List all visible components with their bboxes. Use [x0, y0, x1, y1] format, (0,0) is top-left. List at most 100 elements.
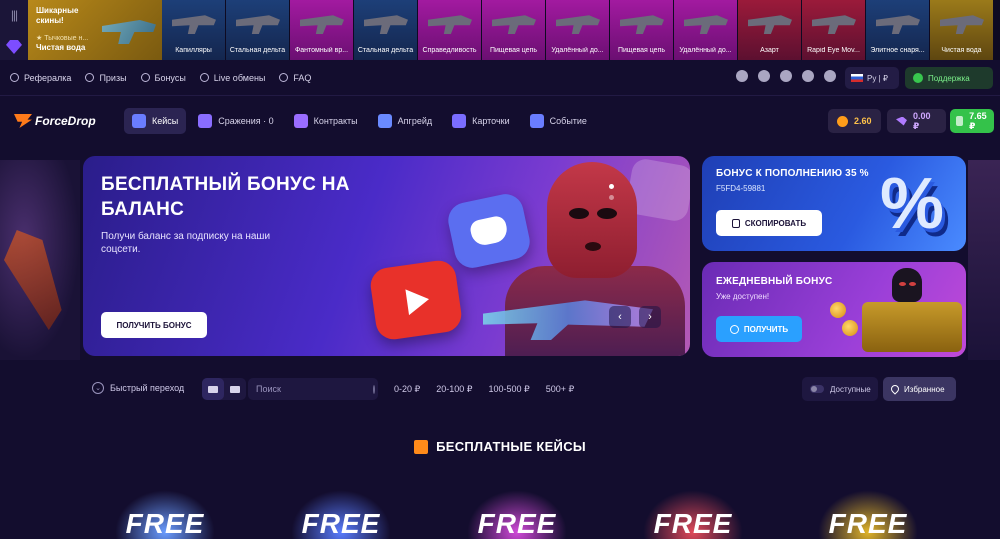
drop-item[interactable]: Элитное снаря...	[866, 0, 930, 60]
vk-icon[interactable]	[758, 70, 770, 82]
price-range-filter[interactable]: 500+ ₽	[546, 384, 575, 395]
coin-icon	[837, 115, 848, 127]
prizes-icon	[85, 73, 95, 82]
gift-icon	[414, 439, 429, 454]
coins-balance[interactable]: 2.60	[828, 109, 881, 133]
percent-art: %	[880, 164, 945, 244]
drop-item[interactable]: Удалённый до...	[546, 0, 610, 60]
top-link[interactable]: Live обмены	[199, 73, 265, 83]
youtube-icon[interactable]	[802, 70, 814, 82]
available-label: Доступные	[830, 384, 871, 394]
drop-item[interactable]: Чистая вода	[930, 0, 994, 60]
nav-item[interactable]: Сражения · 0	[190, 108, 281, 134]
carousel-prev-button[interactable]: ‹	[609, 306, 631, 328]
carousel-dot[interactable]	[609, 195, 614, 200]
price-filters: 0-20 ₽ 20-100 ₽ 100-500 ₽ 500+ ₽	[394, 384, 574, 395]
top-link[interactable]: FAQ	[279, 73, 311, 83]
weapon-skin-image	[620, 15, 664, 34]
battles-icon	[198, 114, 213, 128]
drop-item[interactable]: Стальная дельта	[226, 0, 290, 60]
language-currency-label: Ру | ₽	[867, 73, 888, 83]
price-range-filter[interactable]: 100-500 ₽	[489, 384, 530, 395]
drop-item[interactable]: Капилляры	[162, 0, 226, 60]
drop-item[interactable]: Справедливость	[418, 0, 482, 60]
drop-item[interactable]: Пищевая цепь	[482, 0, 546, 60]
price-range-filter[interactable]: 0-20 ₽	[394, 384, 420, 395]
price-range-filter[interactable]: 20-100 ₽	[436, 384, 472, 395]
coin-art	[830, 302, 846, 318]
case-label: FREE	[828, 508, 908, 539]
top-link[interactable]: Рефералка	[10, 73, 71, 83]
live-exchange-icon	[199, 73, 209, 82]
bonus-balance[interactable]: 0.00 ₽	[887, 109, 946, 133]
nav-item[interactable]: Карточки	[444, 108, 518, 134]
drop-item[interactable]: Удалённый до...	[674, 0, 738, 60]
wallet-icon	[956, 116, 964, 126]
quick-jump-toggle[interactable]: ⌄ Быстрый переход	[92, 382, 184, 394]
drops-menu-toggle[interactable]: |||	[0, 0, 28, 60]
drop-item[interactable]: Rapid Eye Mov...	[802, 0, 866, 60]
site-logo[interactable]: ForceDrop	[14, 114, 96, 128]
featured-drop[interactable]: Шикарные скины! ★ Тычковые н... Чистая в…	[28, 0, 162, 60]
drop-item-label: Справедливость	[422, 47, 477, 54]
drop-item[interactable]: Фантомный вр...	[290, 0, 354, 60]
character-eye	[597, 208, 617, 219]
hero-title: БЕСПЛАТНЫЙ БОНУС НА БАЛАНС	[101, 174, 350, 220]
telegram-icon[interactable]	[780, 70, 792, 82]
top-link[interactable]: Бонусы	[140, 73, 186, 83]
drop-item[interactable]: Азарт	[738, 0, 802, 60]
deposit-balance-button[interactable]: 7.65 ₽	[950, 109, 994, 133]
carousel-dot[interactable]	[609, 184, 614, 189]
favorites-label: Избранное	[904, 384, 945, 394]
search-input[interactable]	[256, 384, 373, 394]
carousel-next-button[interactable]: ›	[639, 306, 661, 328]
free-case[interactable]: FREE	[281, 484, 401, 539]
free-case[interactable]: FREE	[808, 484, 928, 539]
nav-item[interactable]: Кейсы	[124, 108, 187, 134]
coin-art	[842, 320, 858, 336]
hero-banner: БЕСПЛАТНЫЙ БОНУС НА БАЛАНС Получи баланс…	[83, 156, 690, 356]
case-label: FREE	[653, 508, 733, 539]
free-cases-title: БЕСПЛАТНЫЕ КЕЙСЫ	[436, 439, 586, 454]
russia-flag-icon	[851, 74, 863, 82]
list-view-button[interactable]	[224, 378, 246, 400]
favorites-button[interactable]: Избранное	[883, 377, 956, 401]
nav-item-label: Контракты	[313, 116, 358, 126]
available-toggle[interactable]: Доступные	[802, 377, 878, 401]
bonus-value: 0.00 ₽	[912, 110, 931, 131]
nav-item[interactable]: Контракты	[286, 108, 366, 134]
support-button[interactable]: Поддержка	[905, 67, 993, 89]
top-link-label: FAQ	[293, 72, 312, 83]
drop-item-label: Капилляры	[175, 47, 212, 54]
weapon-skin-image	[812, 15, 856, 34]
main-nav: ForceDrop Кейсы Сражения · 0 Контракты Апгр…	[0, 97, 1000, 149]
weapon-skin-image	[876, 15, 920, 34]
search-icon	[373, 384, 375, 394]
drop-item-label: Пищевая цепь	[489, 47, 538, 54]
drop-item-label: Стальная дельта	[357, 47, 414, 54]
free-case[interactable]: FREE	[633, 484, 753, 539]
grid-view-button[interactable]	[202, 378, 224, 400]
cards-icon	[452, 114, 467, 128]
discord-icon[interactable]	[736, 70, 748, 82]
list-icon	[230, 385, 240, 393]
drop-item[interactable]: Стальная дельта	[354, 0, 418, 60]
get-bonus-button[interactable]: ПОЛУЧИТЬ БОНУС	[101, 312, 207, 338]
free-case[interactable]: FREE	[457, 484, 577, 539]
bonus-icon	[140, 73, 150, 82]
weapon-skin-image	[236, 15, 280, 34]
free-case[interactable]: FREE	[105, 484, 225, 539]
claim-daily-bonus-button[interactable]: ПОЛУЧИТЬ	[716, 316, 802, 342]
language-currency-select[interactable]: Ру | ₽	[845, 67, 899, 89]
nav-item[interactable]: Событие	[522, 108, 595, 134]
drop-item[interactable]: Пищевая цепь	[610, 0, 674, 60]
free-cases-list: FREE FREE FREE FREE FREE	[0, 484, 1000, 539]
tiktok-icon[interactable]	[824, 70, 836, 82]
copy-code-button[interactable]: СКОПИРОВАТЬ	[716, 210, 822, 236]
nav-item[interactable]: Апгрейд	[370, 108, 440, 134]
nav-items: Кейсы Сражения · 0 Контракты Апгрейд Карточк…	[124, 108, 595, 134]
chevron-down-icon: ⌄	[92, 382, 104, 394]
top-links: Рефералка Призы Бонусы Live обмены FAQ	[0, 73, 311, 83]
top-link[interactable]: Призы	[85, 73, 127, 83]
referral-icon	[10, 73, 19, 82]
